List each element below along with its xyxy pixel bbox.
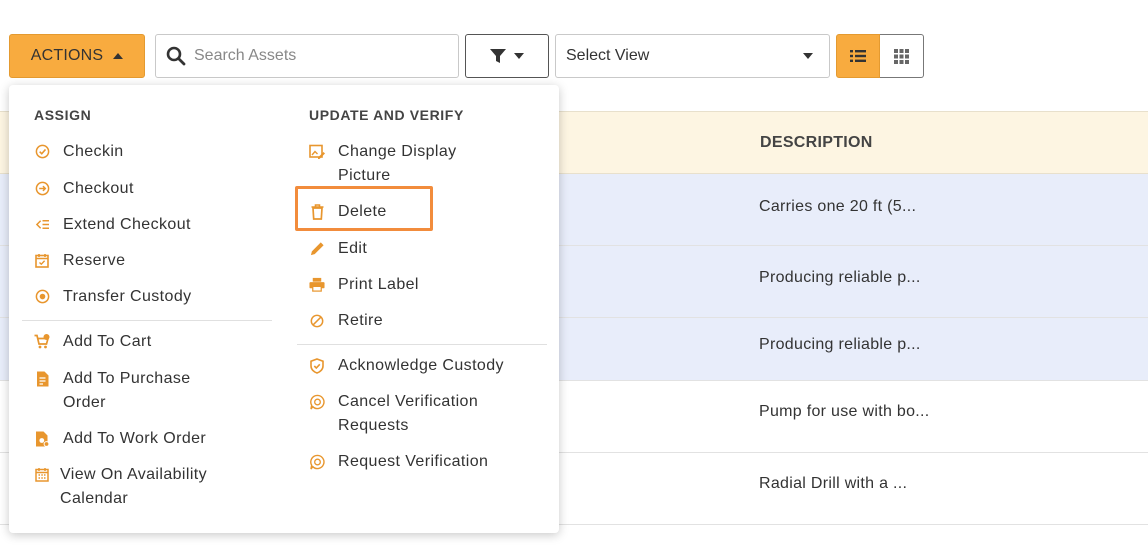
menu-item-checkin[interactable]: Checkin xyxy=(34,140,124,164)
menu-item-request-verification[interactable]: Request Verification xyxy=(309,450,488,474)
list-icon xyxy=(850,50,866,62)
work-order-icon xyxy=(34,427,50,450)
filter-button[interactable] xyxy=(465,34,549,78)
actions-button[interactable]: ACTIONS xyxy=(9,34,145,78)
printer-icon xyxy=(309,273,325,296)
menu-item-extend-checkout[interactable]: Extend Checkout xyxy=(34,213,191,237)
actions-label: ACTIONS xyxy=(30,47,104,64)
column-header-description[interactable]: DESCRIPTION xyxy=(760,134,873,152)
cell-description: Producing reliable p... xyxy=(759,336,921,353)
calendar-check-icon xyxy=(34,249,50,272)
arrow-circle-icon xyxy=(34,177,50,200)
search-box[interactable] xyxy=(155,34,459,78)
grid-icon xyxy=(894,48,909,64)
verify-request-icon xyxy=(309,450,325,473)
menu-item-transfer-custody[interactable]: Transfer Custody xyxy=(34,285,192,309)
purchase-order-icon xyxy=(34,367,50,390)
filter-icon xyxy=(490,49,506,63)
search-input[interactable] xyxy=(194,47,444,65)
section-title-assign: ASSIGN xyxy=(34,107,92,123)
picture-edit-icon xyxy=(309,140,325,163)
list-view-button[interactable] xyxy=(836,34,880,78)
section-title-update-and-verify: UPDATE AND VERIFY xyxy=(309,107,464,123)
check-circle-icon xyxy=(34,140,50,163)
shield-check-icon xyxy=(309,354,325,377)
extend-list-icon xyxy=(34,213,50,236)
search-icon xyxy=(166,46,186,66)
cell-description: Carries one 20 ft (5... xyxy=(759,198,917,215)
verify-cancel-icon xyxy=(309,390,325,413)
ban-icon xyxy=(309,309,325,332)
grid-view-button[interactable] xyxy=(880,34,924,78)
actions-menu: ASSIGN Checkin Checkout Extend Checkout … xyxy=(9,85,559,533)
menu-item-view-on-availability-calendar[interactable]: View On Availability Calendar xyxy=(34,463,234,510)
cart-plus-icon xyxy=(34,330,50,353)
transfer-icon xyxy=(34,285,50,308)
cell-description: Pump for use with bo... xyxy=(759,403,930,420)
cell-description: Producing reliable p... xyxy=(759,269,921,286)
menu-item-reserve[interactable]: Reserve xyxy=(34,249,125,273)
menu-item-retire[interactable]: Retire xyxy=(309,309,383,333)
menu-item-change-display-picture[interactable]: Change Display Picture xyxy=(309,140,509,187)
menu-item-add-to-cart[interactable]: Add To Cart xyxy=(34,330,152,354)
pencil-icon xyxy=(309,237,325,260)
select-view-label: Select View xyxy=(566,47,650,64)
menu-divider xyxy=(297,344,547,345)
select-view-dropdown[interactable]: Select View xyxy=(555,34,830,78)
menu-item-cancel-verification-requests[interactable]: Cancel Verification Requests xyxy=(309,390,519,437)
menu-item-acknowledge-custody[interactable]: Acknowledge Custody xyxy=(309,354,504,378)
trash-icon xyxy=(309,200,325,223)
menu-divider xyxy=(22,320,272,321)
caret-up-icon xyxy=(113,53,124,59)
menu-item-delete[interactable]: Delete xyxy=(309,200,387,224)
menu-item-add-to-purchase-order[interactable]: Add To Purchase Order xyxy=(34,367,234,414)
chevron-down-icon xyxy=(803,53,813,59)
cell-description: Radial Drill with a ... xyxy=(759,475,908,492)
menu-item-edit[interactable]: Edit xyxy=(309,237,367,261)
menu-item-checkout[interactable]: Checkout xyxy=(34,177,134,201)
calendar-grid-icon xyxy=(34,463,50,486)
menu-item-print-label[interactable]: Print Label xyxy=(309,273,419,297)
chevron-down-icon xyxy=(514,53,524,59)
menu-item-add-to-work-order[interactable]: Add To Work Order xyxy=(34,427,206,451)
view-toggle xyxy=(836,34,924,78)
